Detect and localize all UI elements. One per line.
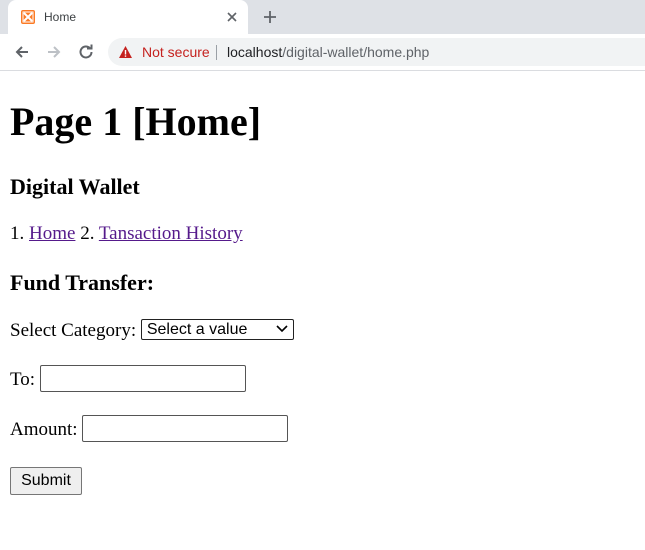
url-text[interactable]: localhost/digital-wallet/home.php	[227, 43, 429, 61]
xampp-favicon-icon	[21, 10, 35, 24]
category-label: Select Category:	[10, 320, 137, 341]
nav-link-transaction-history[interactable]: Tansaction History	[99, 223, 243, 244]
to-input[interactable]	[39, 365, 246, 393]
browser-toolbar: Not secure localhost/digital-wallet/home…	[0, 34, 645, 71]
to-label: To:	[10, 369, 36, 390]
nav-list: 1. Home 2. Tansaction History	[10, 222, 243, 246]
reload-icon[interactable]	[77, 43, 95, 61]
address-bar[interactable]: Not secure localhost/digital-wallet/home…	[108, 38, 645, 66]
tab-title: Home	[44, 10, 77, 24]
new-tab-plus-icon[interactable]	[262, 9, 278, 25]
close-tab-icon[interactable]	[225, 10, 239, 24]
not-secure-label[interactable]: Not secure	[142, 43, 210, 61]
category-selected-value: Select a value	[146, 321, 248, 339]
amount-label: Amount:	[10, 419, 78, 440]
url-host: localhost	[227, 44, 283, 60]
address-separator	[216, 45, 217, 60]
nav-item-2-number: 2.	[80, 223, 95, 244]
back-arrow-icon[interactable]	[13, 43, 31, 61]
warning-triangle-icon	[119, 46, 132, 58]
amount-row: Amount:	[10, 415, 289, 443]
to-row: To:	[10, 365, 246, 393]
amount-input[interactable]	[82, 415, 289, 443]
page-title: Page 1 [Home]	[10, 99, 262, 144]
browser-tabstrip: Home	[0, 0, 645, 34]
site-title: Digital Wallet	[10, 174, 140, 199]
form-title: Fund Transfer:	[10, 270, 155, 295]
browser-tab-home[interactable]: Home	[8, 0, 248, 34]
category-row: Select Category: Select a value	[10, 319, 294, 343]
category-select[interactable]: Select a value	[140, 319, 294, 341]
chevron-down-icon	[276, 325, 288, 333]
nav-link-home[interactable]: Home	[29, 223, 75, 244]
nav-item-1-number: 1.	[10, 223, 25, 244]
submit-button[interactable]: Submit	[10, 467, 82, 495]
forward-arrow-icon[interactable]	[45, 43, 63, 61]
url-path: /digital-wallet/home.php	[282, 44, 430, 60]
